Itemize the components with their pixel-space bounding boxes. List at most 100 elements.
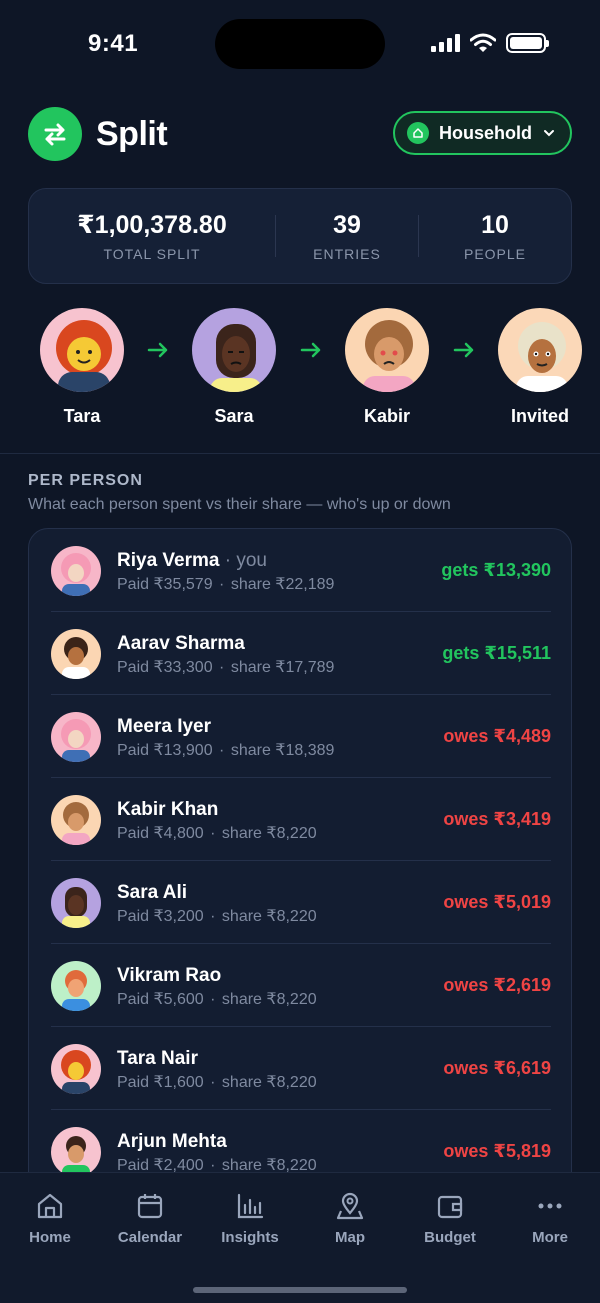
tab-budget[interactable]: Budget [405,1189,495,1246]
balance-amount: owes ₹5,819 [443,1141,551,1161]
list-item[interactable]: Tara Nair Paid ₹1,600 · share ₹8,220 owe… [29,1027,571,1110]
calendar-icon [105,1189,195,1223]
chain-name: Invited [510,406,569,426]
battery-icon [506,33,549,53]
tab-label: Calendar [117,1229,183,1246]
avatar [38,306,126,394]
tab-calendar[interactable]: Calendar [105,1189,195,1246]
insights-icon [205,1189,295,1223]
chain-person-kabir[interactable]: Kabir [327,306,447,427]
balance-amount: owes ₹2,619 [443,975,551,995]
avatar [496,306,584,394]
avatar [343,306,431,394]
status-time: 9:41 [88,30,139,57]
bottom-tab-bar: Home Calendar Insights Map Budget More [0,1172,600,1303]
people-stat: 10 PEOPLE [419,189,571,283]
avatar [51,1127,101,1177]
person-paid-share: Paid ₹33,300 · share ₹17,789 [117,659,335,676]
tab-label: Home [29,1229,71,1246]
balance-amount: gets ₹15,511 [442,643,551,663]
chain-person-tara[interactable]: Tara [22,306,142,427]
wallet-icon [405,1189,495,1223]
tab-label: Insights [221,1229,279,1246]
tab-insights[interactable]: Insights [205,1189,295,1246]
entries-value: 39 [333,210,361,239]
person-name: Vikram Rao [117,965,222,986]
summary-card: ₹1,00,378.80 TOTAL SPLIT 39 ENTRIES 10 P… [28,188,572,284]
arrow-right-icon [453,342,474,358]
group-selector[interactable]: Household [393,111,572,155]
person-name: Sara Ali [117,882,188,903]
more-icon [505,1189,595,1223]
person-paid-share: Paid ₹3,200 · share ₹8,220 [117,908,317,925]
balance-amount: owes ₹3,419 [443,809,551,829]
tab-label: More [532,1229,568,1246]
wifi-icon [470,33,496,52]
group-label: Household [439,122,532,143]
tab-label: Map [335,1229,365,1246]
avatar [51,629,101,679]
app-header: Split Household [28,106,572,162]
dynamic-island [215,19,385,69]
list-item[interactable]: Riya Verma · you Paid ₹35,579 · share ₹2… [29,529,571,612]
home-icon [5,1189,95,1223]
person-name: Aarav Sharma [117,633,245,654]
list-item[interactable]: Kabir Khan Paid ₹4,800 · share ₹8,220 ow… [29,778,571,861]
person-paid-share: Paid ₹1,600 · share ₹8,220 [117,1074,317,1091]
entries-label: ENTRIES [313,245,381,262]
section-divider [0,453,600,454]
list-item[interactable]: Sara Ali Paid ₹3,200 · share ₹8,220 owes… [29,861,571,944]
home-small-icon [407,122,429,144]
avatar [51,795,101,845]
signal-icon [431,34,460,52]
tab-more[interactable]: More [505,1189,595,1246]
person-paid-share: Paid ₹4,800 · share ₹8,220 [117,825,317,842]
home-indicator [193,1287,407,1293]
person-paid-share: Paid ₹5,600 · share ₹8,220 [117,991,317,1008]
avatar [51,546,101,596]
balance-amount: owes ₹4,489 [443,726,551,746]
person-paid-share: Paid ₹13,900 · share ₹18,389 [117,742,335,759]
chain-person-invited[interactable]: Invited [480,306,600,427]
people-label: PEOPLE [463,245,527,262]
avatar [190,306,278,394]
balance-amount: owes ₹5,019 [443,892,551,912]
person-paid-share: Paid ₹35,579 · share ₹22,189 [117,576,335,593]
list-item[interactable]: Meera Iyer Paid ₹13,900 · share ₹18,389 … [29,695,571,778]
list-item[interactable]: Aarav Sharma Paid ₹33,300 · share ₹17,78… [29,612,571,695]
arrow-right-icon [147,342,168,358]
people-value: 10 [481,210,509,239]
total-split-label: TOTAL SPLIT [103,246,201,262]
split-logo-icon [28,107,82,161]
tab-home[interactable]: Home [5,1189,95,1246]
tab-map[interactable]: Map [305,1189,395,1246]
entries-stat: 39 ENTRIES [276,189,418,283]
per-person-title: PER PERSON [28,472,143,489]
tab-label: Budget [424,1229,476,1246]
balance-amount: owes ₹6,619 [443,1058,551,1078]
chain-name: Sara [214,406,254,426]
person-name: Tara Nair [117,1048,198,1069]
arrow-right-icon [300,342,321,358]
list-item[interactable]: Vikram Rao Paid ₹5,600 · share ₹8,220 ow… [29,944,571,1027]
map-pin-icon [305,1189,395,1223]
chain-name: Kabir [363,406,410,426]
balance-amount: gets ₹13,390 [441,560,551,580]
avatar [51,878,101,928]
person-name: Kabir Khan [117,799,219,820]
person-name: Meera Iyer [117,716,212,737]
total-split-value: ₹1,00,378.80 [77,211,227,239]
per-person-list: Riya Verma · you Paid ₹35,579 · share ₹2… [28,528,572,1208]
status-bar: 9:41 [0,0,600,90]
per-person-subtitle: What each person spent vs their share — … [28,496,451,513]
total-split-stat: ₹1,00,378.80 TOTAL SPLIT [29,189,275,283]
page-title: Split [96,114,168,153]
chevron-down-icon [544,130,554,137]
avatar [51,961,101,1011]
chain-name: Tara [63,406,101,426]
person-name: Arjun Mehta [117,1131,227,1152]
avatar [51,712,101,762]
chain-person-sara[interactable]: Sara [174,306,294,427]
person-name: Riya Verma · you [117,550,267,571]
avatar [51,1044,101,1094]
